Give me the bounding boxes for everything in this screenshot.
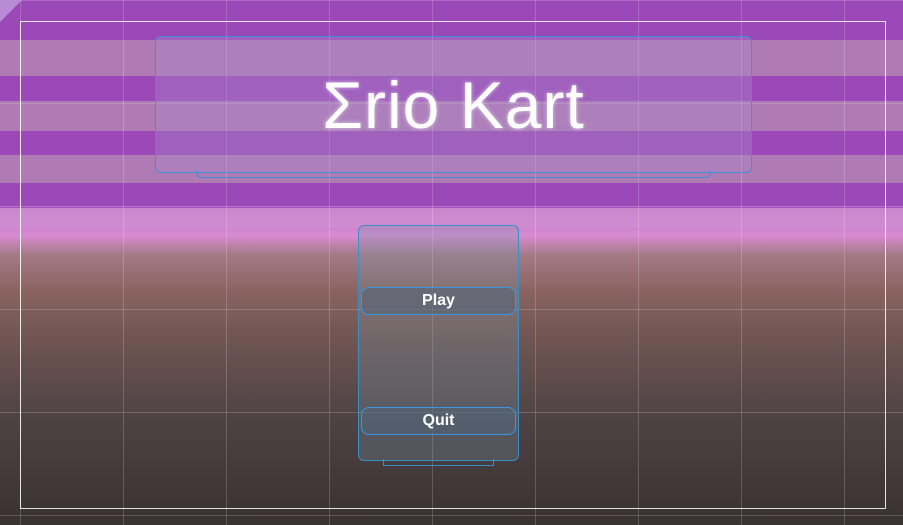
main-menu-panel: Play Quit bbox=[358, 225, 519, 466]
play-button[interactable]: Play bbox=[361, 287, 516, 315]
game-title: Σrio Kart bbox=[322, 67, 585, 142]
corner-marker bbox=[0, 0, 22, 22]
title-panel: Σrio Kart bbox=[155, 36, 752, 178]
quit-button[interactable]: Quit bbox=[361, 407, 516, 435]
